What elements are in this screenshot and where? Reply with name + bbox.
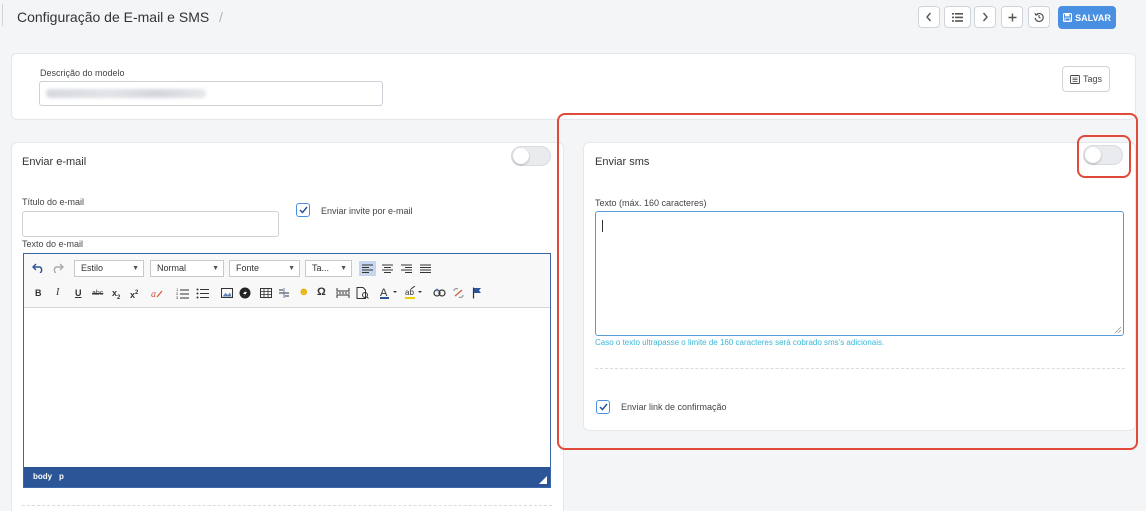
history-icon xyxy=(1034,12,1044,22)
breadcrumb-separator: / xyxy=(219,9,223,25)
subscript-icon[interactable]: x2 xyxy=(112,287,120,304)
floppy-icon xyxy=(1063,13,1073,22)
format-combo[interactable]: Normal ▼ xyxy=(150,260,224,277)
svg-text:a: a xyxy=(151,289,156,299)
bold-icon[interactable]: B xyxy=(35,287,42,299)
tags-list-icon xyxy=(1070,74,1080,84)
font-combo[interactable]: Fonte ▼ xyxy=(229,260,300,277)
email-body-label: Texto do e-mail xyxy=(22,239,84,249)
description-value-blurred xyxy=(46,89,206,98)
link-icon[interactable] xyxy=(433,287,446,299)
font-combo-value: Fonte xyxy=(236,263,260,273)
page-title: Configuração de E-mail e SMS xyxy=(17,9,210,25)
page-header: Configuração de E-mail e SMS / SALVAR xyxy=(0,0,1146,36)
svg-text:3: 3 xyxy=(176,295,179,299)
next-button[interactable] xyxy=(974,6,996,28)
email-toggle[interactable] xyxy=(511,146,551,166)
unlink-icon[interactable] xyxy=(452,287,465,299)
align-right-icon[interactable] xyxy=(400,261,413,276)
align-center-icon[interactable] xyxy=(381,261,394,276)
invite-checkbox[interactable] xyxy=(296,203,310,217)
dropdown-arrow-icon: ▼ xyxy=(340,265,347,272)
toggle-knob xyxy=(513,148,529,164)
sms-panel-highlight xyxy=(557,113,1138,450)
email-panel-title: Enviar e-mail xyxy=(22,156,87,168)
style-combo-value: Estilo xyxy=(81,263,104,273)
history-button[interactable] xyxy=(1028,6,1050,28)
italic-icon[interactable]: I xyxy=(56,287,59,299)
style-combo[interactable]: Estilo ▼ xyxy=(74,260,144,277)
list-icon xyxy=(952,12,963,22)
status-path-p[interactable]: p xyxy=(59,472,64,481)
email-subject-label: Título do e-mail xyxy=(22,197,85,207)
format-combo-value: Normal xyxy=(157,263,187,273)
size-combo[interactable]: Ta... ▼ xyxy=(305,260,352,277)
superscript-icon[interactable]: x2 xyxy=(130,287,138,301)
email-divider xyxy=(22,505,552,506)
redo-icon[interactable] xyxy=(51,262,64,273)
numbered-list-icon[interactable]: 123 xyxy=(176,287,189,299)
previous-button[interactable] xyxy=(918,6,940,28)
image-icon[interactable] xyxy=(221,287,233,299)
save-button[interactable]: SALVAR xyxy=(1058,6,1116,29)
save-button-label: SALVAR xyxy=(1075,12,1111,23)
editor-toolbar: Estilo ▼ Normal ▼ Fonte ▼ Ta... ▼ B I U abc … xyxy=(24,254,550,308)
underline-icon[interactable]: U xyxy=(75,287,82,299)
special-char-icon[interactable]: Ω xyxy=(317,286,326,298)
sms-toggle-highlight xyxy=(1077,135,1131,178)
align-left-icon[interactable] xyxy=(359,261,376,276)
svg-text:ab: ab xyxy=(405,288,414,297)
undo-icon[interactable] xyxy=(32,262,45,273)
anchor-flag-icon[interactable] xyxy=(472,287,483,299)
flash-icon[interactable] xyxy=(239,287,251,299)
dropdown-arrow-icon: ▼ xyxy=(288,265,295,272)
size-combo-value: Ta... xyxy=(312,263,330,273)
chevron-right-icon xyxy=(982,12,988,22)
dropdown-arrow-icon: ▼ xyxy=(212,265,219,272)
table-icon[interactable] xyxy=(260,287,272,299)
align-justify-icon[interactable] xyxy=(419,261,432,276)
plus-icon xyxy=(1008,13,1016,21)
horizontal-rule-icon[interactable] xyxy=(278,287,290,299)
description-input[interactable] xyxy=(39,81,383,106)
preview-icon[interactable] xyxy=(356,287,369,299)
email-subject-input[interactable] xyxy=(22,211,279,237)
strikethrough-icon[interactable]: abc xyxy=(92,288,103,300)
resize-handle-icon[interactable] xyxy=(539,476,547,484)
editor-status-bar: body p xyxy=(24,467,550,487)
bullet-list-icon[interactable] xyxy=(196,287,209,299)
invite-label: Enviar invite por e-mail xyxy=(321,206,413,216)
check-icon xyxy=(298,206,308,214)
description-label: Descrição do modelo xyxy=(40,68,125,78)
add-button[interactable] xyxy=(1001,6,1023,28)
dropdown-arrow-icon: ▼ xyxy=(132,265,139,272)
remove-format-icon[interactable]: a xyxy=(151,287,163,299)
smiley-icon[interactable]: ☻ xyxy=(298,286,310,298)
page-break-icon[interactable] xyxy=(336,287,350,299)
header-divider xyxy=(2,4,3,26)
rich-text-editor[interactable]: Estilo ▼ Normal ▼ Fonte ▼ Ta... ▼ B I U abc … xyxy=(23,253,551,488)
chevron-left-icon xyxy=(926,12,932,22)
list-button[interactable] xyxy=(944,6,971,28)
tags-button[interactable]: Tags xyxy=(1062,66,1110,92)
status-path-body[interactable]: body xyxy=(33,472,52,481)
background-color-icon[interactable]: ab xyxy=(405,286,423,299)
text-color-icon[interactable]: A xyxy=(380,286,398,299)
tags-button-label: Tags xyxy=(1082,74,1102,84)
